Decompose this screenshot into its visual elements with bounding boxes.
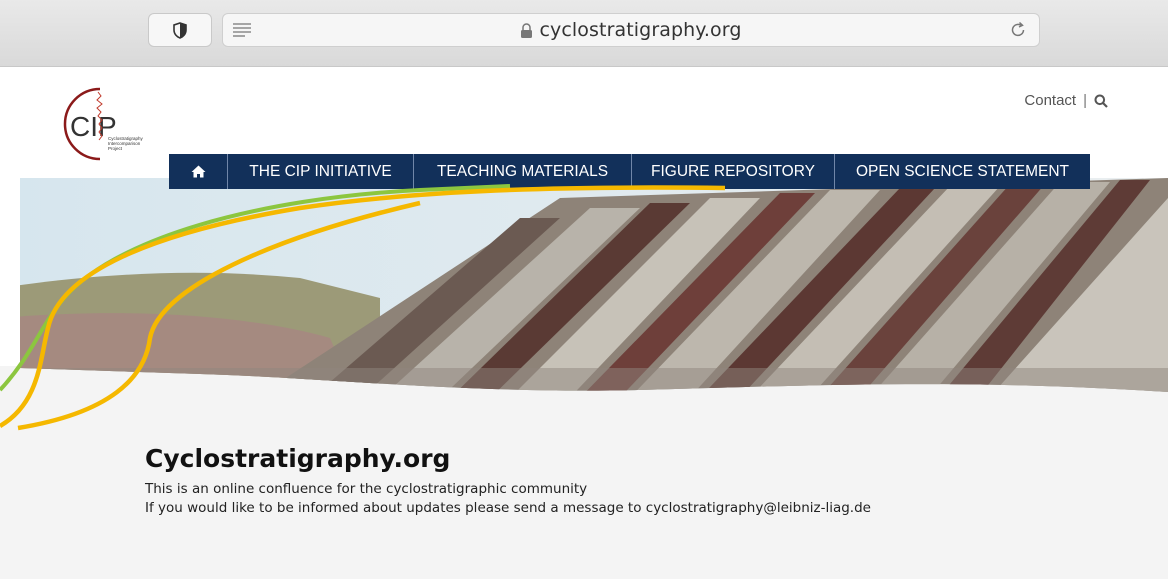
address-bar[interactable]: cyclostratigraphy.org xyxy=(222,13,1040,47)
privacy-shield-button[interactable] xyxy=(148,13,212,47)
updates-text: If you would like to be informed about u… xyxy=(145,500,871,516)
nav-cip-initiative[interactable]: THE CIP INITIATIVE xyxy=(228,154,414,189)
shield-icon xyxy=(173,21,187,39)
banner-image xyxy=(20,178,1168,392)
header-separator: | xyxy=(1083,92,1087,109)
lock-icon xyxy=(521,22,533,38)
home-icon xyxy=(191,165,205,178)
search-icon[interactable] xyxy=(1094,94,1108,108)
url-text: cyclostratigraphy.org xyxy=(539,19,742,41)
contact-link[interactable]: Contact xyxy=(1024,92,1076,109)
intro-text: This is an online confluence for the cyc… xyxy=(145,481,588,497)
page-title: Cyclostratigraphy.org xyxy=(145,444,451,473)
site-logo[interactable]: CIP Cyclostratigraphy Intercomparison Pr… xyxy=(60,84,150,164)
reload-icon[interactable] xyxy=(1009,21,1027,39)
nav-open-science-statement[interactable]: OPEN SCIENCE STATEMENT xyxy=(835,154,1090,189)
nav-home[interactable] xyxy=(169,154,228,189)
nav-figure-repository[interactable]: FIGURE REPOSITORY xyxy=(632,154,835,189)
main-nav: THE CIP INITIATIVE TEACHING MATERIALS FI… xyxy=(169,154,1090,189)
browser-toolbar: cyclostratigraphy.org xyxy=(0,0,1168,67)
logo-caption: Cyclostratigraphy Intercomparison Projec… xyxy=(108,136,143,151)
nav-teaching-materials[interactable]: TEACHING MATERIALS xyxy=(414,154,632,189)
header-utility: Contact | xyxy=(1024,92,1108,109)
